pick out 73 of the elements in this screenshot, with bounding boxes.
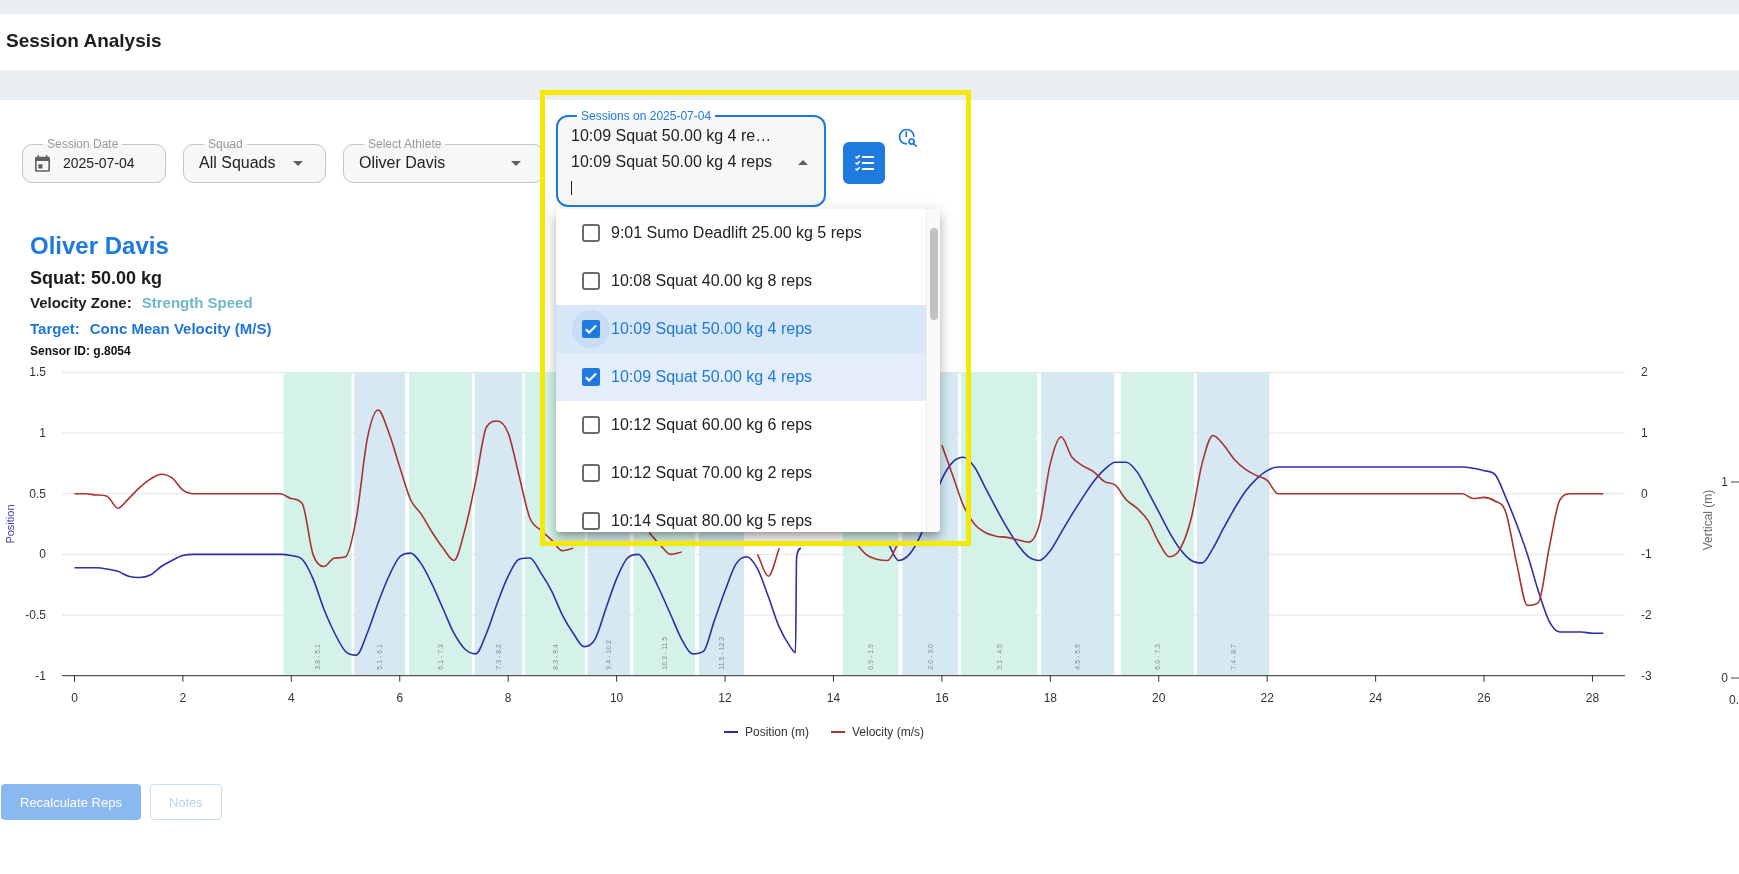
axis-title: Position bbox=[4, 504, 16, 544]
x-tick-label: 16 bbox=[935, 690, 949, 705]
y-tick-label: -1 bbox=[1641, 547, 1652, 562]
y-tick-label: 0 bbox=[1721, 671, 1728, 685]
dropdown-option[interactable]: 10:09 Squat 50.00 kg 4 reps bbox=[556, 353, 926, 401]
y-tick-label: 0.5 bbox=[29, 486, 46, 501]
zone-value: Strength Speed bbox=[141, 294, 253, 312]
dropdown-option[interactable]: 10:14 Squat 80.00 kg 5 reps bbox=[556, 497, 926, 532]
checkbox[interactable] bbox=[582, 416, 600, 434]
field-label: Squad bbox=[207, 137, 244, 151]
legend-label: Velocity (m/s) bbox=[852, 725, 924, 739]
y-tick-label: 2 bbox=[1641, 365, 1648, 380]
x-tick-label: 14 bbox=[826, 690, 841, 705]
y-tick-label: 1 bbox=[1721, 475, 1728, 489]
field-value: 2025-07-04 bbox=[63, 154, 135, 173]
x-tick-label: 22 bbox=[1260, 690, 1274, 705]
x-tick-label: 8 bbox=[504, 690, 512, 705]
caret-up-icon bbox=[798, 159, 808, 165]
select-field[interactable]: Squad All Squads bbox=[183, 137, 326, 183]
x-tick-label: 0 bbox=[71, 690, 78, 705]
page-title: Session Analysis bbox=[6, 29, 162, 52]
y-tick-label: 0 bbox=[1641, 486, 1648, 501]
zone-label: Velocity Zone: bbox=[30, 294, 132, 312]
exercise-title: Squat: 50.00 kg bbox=[30, 268, 163, 289]
checkbox[interactable] bbox=[582, 272, 600, 290]
checkbox[interactable] bbox=[582, 464, 600, 482]
y-tick-label: -0.5 bbox=[25, 608, 46, 623]
selected-value: 10:09 Squat 50.00 kg 4 reps bbox=[571, 152, 773, 172]
sessions-select[interactable]: Sessions on 2025-07-04 10:09 Squat 50.00 kg 4 re… 10:09 Squat 50.00 kg 4 reps bbox=[556, 109, 826, 207]
text-cursor-icon bbox=[571, 181, 572, 195]
field-value: All Squads bbox=[199, 153, 276, 173]
legend-label: Position (m) bbox=[745, 725, 809, 739]
axis-title: Vertical (m) bbox=[1701, 489, 1715, 551]
athlete-name: Oliver Davis bbox=[30, 232, 169, 260]
target-label: Target: bbox=[30, 320, 80, 338]
sensor-id: Sensor ID: g.8054 bbox=[30, 344, 131, 358]
x-tick-label: 12 bbox=[718, 690, 732, 705]
x-tick-label: 10 bbox=[609, 690, 624, 705]
checkbox[interactable] bbox=[582, 320, 600, 338]
x-tick-label: 0. bbox=[1729, 693, 1739, 707]
x-tick-label: 18 bbox=[1043, 690, 1057, 705]
x-tick-label: 6 bbox=[396, 690, 404, 705]
y-tick-label: 0 bbox=[39, 547, 46, 562]
field-label: Session Date bbox=[46, 137, 120, 151]
x-tick-label: 26 bbox=[1477, 690, 1491, 705]
caret-down-icon bbox=[293, 160, 303, 166]
target-value: Conc Mean Velocity (M/S) bbox=[89, 320, 272, 338]
caret-down-icon bbox=[511, 160, 521, 166]
y-tick-label: 1.5 bbox=[29, 365, 46, 380]
checkbox[interactable] bbox=[582, 512, 600, 530]
y-tick-label: -3 bbox=[1641, 668, 1652, 683]
dropdown-option[interactable]: 9:01 Sumo Deadlift 25.00 kg 5 reps bbox=[556, 209, 926, 257]
y-tick-label: 1 bbox=[1641, 426, 1648, 441]
x-tick-label: 28 bbox=[1585, 690, 1600, 705]
scrollbar-thumb[interactable] bbox=[930, 228, 938, 320]
calendar-icon bbox=[35, 154, 50, 172]
x-tick-label: 2 bbox=[179, 690, 187, 705]
checkbox[interactable] bbox=[582, 368, 600, 386]
clock-search-icon[interactable] bbox=[898, 128, 917, 147]
x-tick-label: 4 bbox=[288, 690, 295, 705]
checklist-button[interactable] bbox=[843, 142, 885, 184]
date-field[interactable]: Session Date 2025-07-04 bbox=[22, 137, 166, 183]
field-value: Oliver Davis bbox=[359, 153, 446, 173]
y-tick-label: 1 bbox=[39, 426, 46, 441]
x-tick-label: 24 bbox=[1368, 690, 1383, 705]
checklist-icon bbox=[854, 155, 874, 171]
selected-value: 10:09 Squat 50.00 kg 4 re… bbox=[571, 126, 772, 146]
y-tick-label: -1 bbox=[35, 668, 46, 683]
checkbox[interactable] bbox=[582, 224, 600, 242]
field-label: Select Athlete bbox=[367, 137, 443, 151]
field-label: Sessions on 2025-07-04 bbox=[580, 109, 713, 123]
x-tick-label: 20 bbox=[1152, 690, 1166, 705]
y-tick-label: -2 bbox=[1641, 608, 1652, 623]
